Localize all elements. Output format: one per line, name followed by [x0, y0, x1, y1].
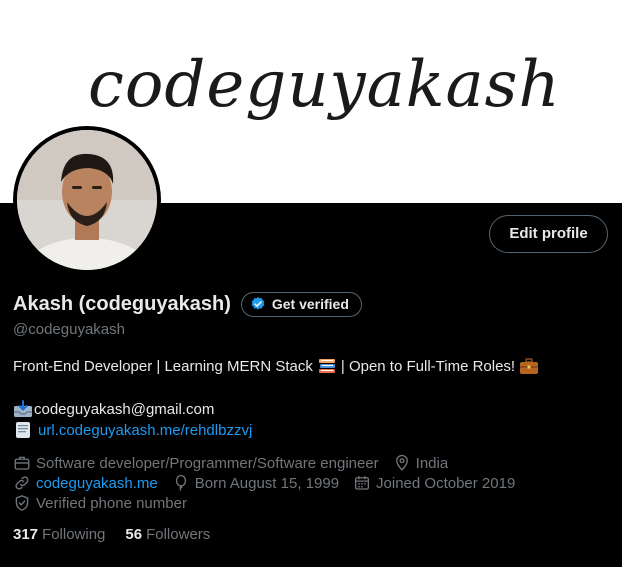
display-name: Akash (codeguyakash) [13, 292, 231, 315]
link-icon [15, 476, 29, 490]
birthday-text: Born August 15, 1999 [194, 474, 340, 492]
get-verified-label: Get verified [271, 296, 349, 312]
briefcase-icon [14, 456, 30, 470]
following-link[interactable]: 317 Following [13, 526, 105, 543]
phone-verified-text: Verified phone number [36, 494, 187, 512]
profession-item: Software developer/Programmer/Software e… [13, 454, 379, 472]
verified-badge-icon [251, 297, 265, 310]
followers-count: 56 [125, 526, 143, 543]
website-item: codeguyakash.me [13, 474, 158, 492]
follow-stats: 317 Following 56 Followers [13, 526, 230, 543]
profession-text: Software developer/Programmer/Software e… [36, 454, 379, 472]
get-verified-button[interactable]: Get verified [240, 291, 362, 317]
phone-verified-item: Verified phone number [13, 494, 187, 512]
location-pin-icon [395, 454, 408, 471]
following-label: Following [42, 526, 106, 543]
location-text: India [415, 454, 449, 472]
followers-label: Followers [146, 526, 211, 543]
birthday-item: Born August 15, 1999 [172, 474, 339, 492]
joined-text: Joined October 2019 [376, 474, 516, 492]
balloon-icon [175, 474, 186, 491]
following-count: 317 [13, 526, 39, 543]
bio-email: codeguyakash@gmail.com [34, 400, 215, 418]
calendar-icon [354, 476, 370, 490]
edit-profile-button[interactable]: Edit profile [489, 215, 608, 253]
location-item: India [393, 454, 449, 472]
avatar-image [17, 130, 157, 270]
avatar[interactable] [13, 126, 161, 274]
briefcase-emoji-icon [520, 358, 539, 374]
bio-email-line: codeguyakash@gmail.com [13, 400, 214, 418]
meta-row-3: Verified phone number [13, 494, 201, 512]
bio-text-1: Front-End Developer | Learning MERN Stac… [13, 357, 313, 375]
bio-link[interactable]: url.codeguyakash.me/rehdlbzzvj [38, 422, 252, 439]
inbox-tray-emoji-icon [14, 400, 32, 417]
avatar-photo [17, 130, 157, 270]
shield-check-icon [15, 495, 29, 511]
name-row: Akash (codeguyakash) Get verified [13, 290, 362, 318]
followers-link[interactable]: 56 Followers [125, 526, 210, 543]
books-emoji-icon [318, 359, 335, 373]
bio-text-2: | Open to Full-Time Roles! [340, 357, 516, 375]
banner-handwritten-text: codeguyakash [88, 48, 561, 122]
bio-url-line: url.codeguyakash.me/rehdlbzzvj [13, 421, 252, 439]
joined-item: Joined October 2019 [353, 474, 515, 492]
scroll-emoji-icon [16, 422, 30, 438]
bio: Front-End Developer | Learning MERN Stac… [13, 357, 543, 375]
meta-row-1: Software developer/Programmer/Software e… [13, 454, 462, 472]
website-link[interactable]: codeguyakash.me [36, 475, 158, 492]
meta-row-2: codeguyakash.me Born August 15, 1999 Joi… [13, 474, 529, 492]
user-handle: @codeguyakash [13, 321, 125, 338]
